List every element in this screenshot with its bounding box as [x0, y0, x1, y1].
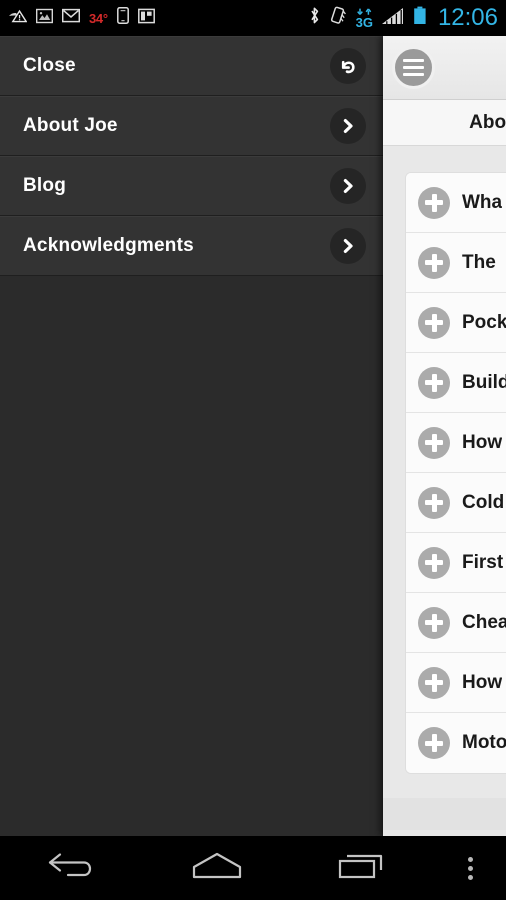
plus-circle-icon[interactable]	[418, 546, 450, 579]
recents-icon	[336, 850, 388, 887]
gallery-icon	[35, 8, 54, 29]
undo-arrow-icon	[330, 47, 366, 84]
drawer-item-label: Blog	[23, 174, 67, 196]
hamburger-line	[403, 59, 424, 62]
home-icon	[189, 850, 245, 887]
chevron-right-icon	[330, 107, 366, 144]
chevron-right-icon	[330, 167, 366, 204]
list-item-label: The	[462, 251, 496, 273]
list-item[interactable]: The	[406, 233, 506, 293]
list-item-label: Moto	[462, 732, 506, 753]
plus-circle-icon[interactable]	[418, 246, 450, 279]
hamburger-menu-icon[interactable]	[392, 46, 435, 89]
status-icons-left: 34°	[8, 7, 155, 29]
network-type-icon: 3G	[356, 8, 373, 29]
list-item[interactable]: Pock	[406, 293, 506, 353]
plus-circle-icon[interactable]	[418, 666, 450, 699]
hamburger-line	[403, 66, 424, 69]
plus-circle-icon[interactable]	[418, 486, 450, 519]
list-item[interactable]: Build	[406, 353, 506, 413]
system-navigation-bar	[0, 836, 506, 900]
status-clock: 12:06	[437, 4, 498, 31]
recents-button[interactable]	[289, 836, 434, 900]
dot	[467, 856, 473, 862]
drawer-item-about-joe[interactable]: About Joe	[0, 96, 383, 156]
drawer-item-label: About Joe	[23, 114, 118, 136]
list-item[interactable]: First	[406, 533, 506, 593]
list-item[interactable]: Cold	[406, 473, 506, 533]
dot	[467, 874, 473, 880]
drawer-item-acknowledgments[interactable]: Acknowledgments	[0, 216, 383, 276]
chevron-right-icon	[330, 227, 366, 264]
plus-circle-icon[interactable]	[418, 727, 450, 759]
phone-screen: 34° 3G 12:06 Close About Joe Blog Acknow…	[0, 0, 506, 900]
content-panel: About Wha The Pock Build How	[383, 36, 506, 836]
list-item-label: Build	[462, 371, 506, 393]
battery-icon	[413, 6, 427, 30]
action-bar	[383, 36, 506, 100]
list-item-label: Wha	[462, 191, 503, 213]
list-item[interactable]: How	[406, 413, 506, 473]
temperature-indicator: 34°	[89, 10, 108, 26]
navigation-drawer: Close About Joe Blog Acknowledgments	[0, 36, 383, 836]
back-button[interactable]	[0, 836, 145, 900]
drawer-item-label: Close	[23, 54, 76, 76]
plus-circle-icon[interactable]	[418, 606, 450, 639]
list-item-label: How	[462, 671, 503, 693]
drawer-item-close[interactable]: Close	[0, 36, 383, 96]
overflow-dots-icon	[467, 856, 473, 880]
gmail-icon	[61, 8, 81, 28]
list-card: Wha The Pock Build How Cold First Chea H…	[405, 172, 506, 774]
list-item[interactable]: Wha	[406, 173, 506, 233]
overflow-menu-button[interactable]	[434, 836, 506, 900]
back-arrow-icon	[46, 851, 98, 886]
signal-strength-icon	[381, 7, 404, 30]
dot	[467, 865, 473, 871]
drawer-item-blog[interactable]: Blog	[0, 156, 383, 216]
list-item-label: First	[462, 551, 504, 573]
content-header: About	[383, 100, 506, 146]
plus-circle-icon[interactable]	[418, 306, 450, 339]
drawer-empty-area	[0, 276, 383, 836]
list-item[interactable]: Chea	[406, 593, 506, 653]
list-item-label: Chea	[462, 611, 506, 633]
list-item[interactable]: Moto	[406, 713, 506, 773]
vibrate-mode-icon	[330, 6, 347, 30]
page-title: About	[469, 111, 506, 133]
plus-circle-icon[interactable]	[418, 366, 450, 399]
sync-problem-icon	[8, 8, 28, 28]
app-window-icon	[137, 8, 155, 29]
home-button[interactable]	[145, 836, 290, 900]
list-item[interactable]: How	[406, 653, 506, 713]
status-icons-right: 3G 12:06	[308, 6, 498, 30]
list-item-label: Pock	[462, 311, 506, 333]
list-item-label: Cold	[462, 491, 505, 513]
list-item-label: How	[462, 431, 503, 453]
network-type-label: 3G	[355, 14, 373, 30]
plus-circle-icon[interactable]	[418, 426, 450, 459]
plus-circle-icon[interactable]	[418, 186, 450, 219]
status-bar: 34° 3G 12:06	[0, 0, 506, 36]
hamburger-line	[403, 73, 424, 76]
phone-icon	[116, 7, 129, 29]
content-footer	[383, 798, 506, 830]
drawer-item-label: Acknowledgments	[23, 234, 194, 256]
bluetooth-icon	[308, 6, 321, 30]
